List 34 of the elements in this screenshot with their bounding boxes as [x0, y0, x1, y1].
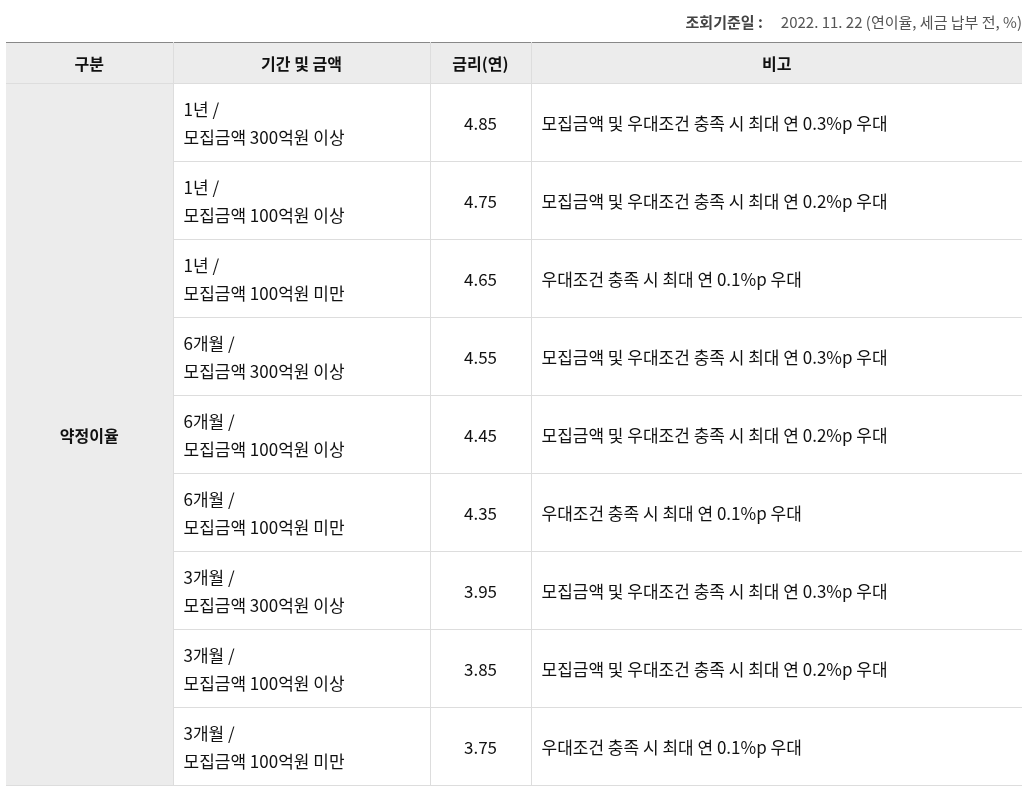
rate-cell: 3.95: [430, 551, 531, 630]
period-text: 1년 /: [183, 172, 221, 201]
period-text: 1년 /: [183, 250, 221, 279]
amount-text: 모집금액 100억원 미만: [183, 512, 346, 541]
amount-text: 모집금액 100억원 이상: [183, 668, 346, 697]
column-header: 비고: [531, 42, 1022, 84]
rate-cell: 4.85: [430, 83, 531, 162]
rate-cell: 3.85: [430, 629, 531, 708]
amount-text: 모집금액 300억원 이상: [183, 356, 346, 385]
period-text: 6개월 /: [183, 328, 236, 357]
reference-date-value: 2022. 11. 22 (연이율, 세금 납부 전, %): [780, 10, 1022, 32]
amount-text: 모집금액 100억원 미만: [183, 278, 346, 307]
column-header: 기간 및 금액: [173, 42, 430, 84]
reference-date-label: 조회기준일 :: [685, 10, 763, 32]
period-text: 1년 /: [183, 94, 221, 123]
period-text: 3개월 /: [183, 718, 236, 747]
period-text: 3개월 /: [183, 562, 236, 591]
amount-text: 모집금액 300억원 이상: [183, 590, 346, 619]
period-text: 6개월 /: [183, 484, 236, 513]
rate-cell: 3.75: [430, 707, 531, 786]
rate-cell: 4.55: [430, 317, 531, 396]
category-cell: 약정이율: [6, 83, 173, 786]
period-text: 6개월 /: [183, 406, 236, 435]
period-text: 3개월 /: [183, 640, 236, 669]
rate-cell: 4.35: [430, 473, 531, 552]
column-header: 구분: [6, 42, 173, 84]
amount-text: 모집금액 100억원 이상: [183, 200, 346, 229]
rate-cell: 4.45: [430, 395, 531, 474]
amount-text: 모집금액 100억원 이상: [183, 434, 346, 463]
amount-text: 모집금액 100억원 미만: [183, 746, 346, 775]
rate-cell: 4.65: [430, 239, 531, 318]
rate-cell: 4.75: [430, 161, 531, 240]
amount-text: 모집금액 300억원 이상: [183, 122, 346, 151]
column-header: 금리(연): [430, 42, 531, 84]
